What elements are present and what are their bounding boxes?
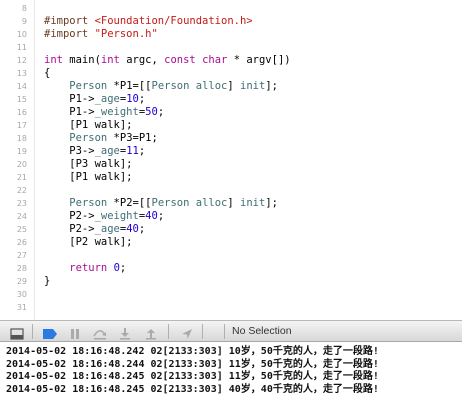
line-number: 14 [16, 82, 27, 91]
code-line[interactable]: 28 return 0; [0, 262, 462, 275]
line-number: 18 [16, 134, 27, 143]
code-line[interactable]: 30 [0, 288, 462, 301]
location-icon[interactable] [180, 325, 194, 339]
code-text[interactable]: [P1 walk]; [44, 171, 132, 184]
code-text[interactable]: Person *P3=P1; [44, 132, 158, 145]
code-line[interactable]: 22 [0, 184, 462, 197]
code-text[interactable]: { [44, 67, 50, 80]
code-line[interactable]: 15 P1->_age=10; [0, 93, 462, 106]
toolbar-divider [224, 324, 225, 339]
code-line[interactable]: 29} [0, 275, 462, 288]
code-line[interactable]: 10 #import "Person.h" [0, 28, 462, 41]
debug-bar: No Selection [0, 320, 462, 342]
line-number: 31 [16, 303, 27, 312]
console-output[interactable]: 2014-05-02 18:16:48.242 02[2133:303] 10岁… [0, 342, 462, 417]
source-editor[interactable]: 8 9 #import <Foundation/Foundation.h> 10 #im… [0, 0, 462, 320]
line-number: 28 [16, 264, 27, 273]
code-line[interactable]: 26 [P2 walk]; [0, 236, 462, 249]
code-text[interactable]: P2->_age=40; [44, 223, 145, 236]
line-number: 20 [16, 160, 27, 169]
code-line[interactable]: 19 P3->_age=11; [0, 145, 462, 158]
hide-debug-area-icon[interactable] [10, 325, 24, 340]
code-line[interactable]: 17 [P1 walk]; [0, 119, 462, 132]
debug-status-label: No Selection [232, 325, 292, 337]
code-line[interactable]: 9 #import <Foundation/Foundation.h> [0, 15, 462, 28]
code-text[interactable]: Person *P1=[[Person alloc] init]; [44, 80, 278, 93]
pause-icon[interactable] [68, 325, 82, 339]
line-number: 22 [16, 186, 27, 195]
line-number: 8 [21, 4, 27, 13]
code-text[interactable]: int main(int argc, const char * argv[]) [44, 54, 291, 67]
console-line: 2014-05-02 18:16:48.245 02[2133:303] 11岁… [6, 371, 379, 382]
code-line[interactable]: 23 Person *P2=[[Person alloc] init]; [0, 197, 462, 210]
line-number: 27 [16, 251, 27, 260]
line-number: 19 [16, 147, 27, 156]
console-line: 2014-05-02 18:16:48.244 02[2133:303] 11岁… [6, 358, 379, 370]
toolbar-divider [202, 324, 203, 339]
code-line[interactable]: 8 [0, 2, 462, 15]
code-text[interactable]: #import <Foundation/Foundation.h> [44, 15, 253, 28]
code-text[interactable]: [P1 walk]; [44, 119, 132, 132]
line-number: 13 [16, 69, 27, 78]
console-line: 2014-05-02 18:16:48.245 02[2133:303] 40岁… [6, 383, 379, 395]
code-text[interactable]: P1->_weight=50; [44, 106, 164, 119]
code-line[interactable]: 11 [0, 41, 462, 54]
code-line[interactable]: 27 [0, 249, 462, 262]
code-text[interactable]: [P2 walk]; [44, 236, 132, 249]
code-line[interactable]: 24 P2->_weight=40; [0, 210, 462, 223]
toolbar-divider [32, 324, 33, 339]
line-number: 26 [16, 238, 27, 247]
line-number: 17 [16, 121, 27, 130]
code-text[interactable]: P3->_age=11; [44, 145, 145, 158]
code-line[interactable]: 31 [0, 301, 462, 314]
code-line[interactable]: 20 [P3 walk]; [0, 158, 462, 171]
line-number: 21 [16, 173, 27, 182]
line-number: 9 [21, 17, 27, 26]
step-over-icon[interactable] [92, 325, 108, 340]
line-number: 29 [16, 277, 27, 286]
line-number: 16 [16, 108, 27, 117]
code-line[interactable]: 21 [P1 walk]; [0, 171, 462, 184]
step-out-icon[interactable] [144, 325, 158, 340]
line-number: 12 [16, 56, 27, 65]
line-number: 23 [16, 199, 27, 208]
code-line[interactable]: 14 Person *P1=[[Person alloc] init]; [0, 80, 462, 93]
code-text[interactable]: #import "Person.h" [44, 28, 158, 41]
code-text[interactable]: [P3 walk]; [44, 158, 132, 171]
code-text[interactable]: Person *P2=[[Person alloc] init]; [44, 197, 278, 210]
line-number: 10 [16, 30, 27, 39]
line-number: 25 [16, 225, 27, 234]
code-line[interactable]: 12 int main(int argc, const char * argv[]… [0, 54, 462, 67]
line-number: 11 [16, 43, 27, 52]
code-text[interactable]: return 0; [44, 262, 126, 275]
code-line[interactable]: 18 Person *P3=P1; [0, 132, 462, 145]
code-text[interactable]: } [44, 275, 50, 288]
console-line: 2014-05-02 18:16:48.242 02[2133:303] 10岁… [6, 346, 379, 357]
breakpoint-toggle-icon[interactable] [42, 325, 58, 339]
code-text[interactable]: P2->_weight=40; [44, 210, 164, 223]
code-text[interactable]: P1->_age=10; [44, 93, 145, 106]
code-line[interactable]: 16 P1->_weight=50; [0, 106, 462, 119]
step-in-icon[interactable] [118, 325, 132, 340]
toolbar-divider [168, 324, 169, 339]
code-line[interactable]: 25 P2->_age=40; [0, 223, 462, 236]
code-line[interactable]: 13 { [0, 67, 462, 80]
line-number: 15 [16, 95, 27, 104]
line-number: 30 [16, 290, 27, 299]
line-number: 24 [16, 212, 27, 221]
